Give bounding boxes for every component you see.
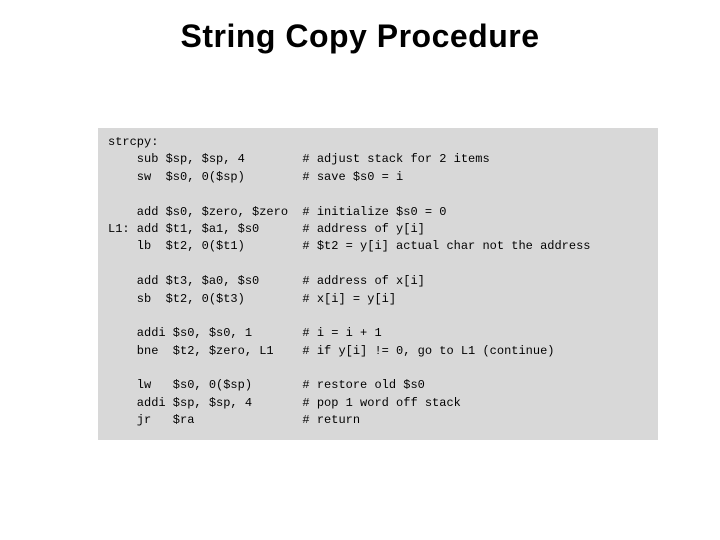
code-block: strcpy: sub $sp, $sp, 4 # adjust stack f…: [98, 128, 658, 440]
slide: String Copy Procedure strcpy: sub $sp, $…: [0, 0, 720, 540]
page-title: String Copy Procedure: [0, 18, 720, 55]
